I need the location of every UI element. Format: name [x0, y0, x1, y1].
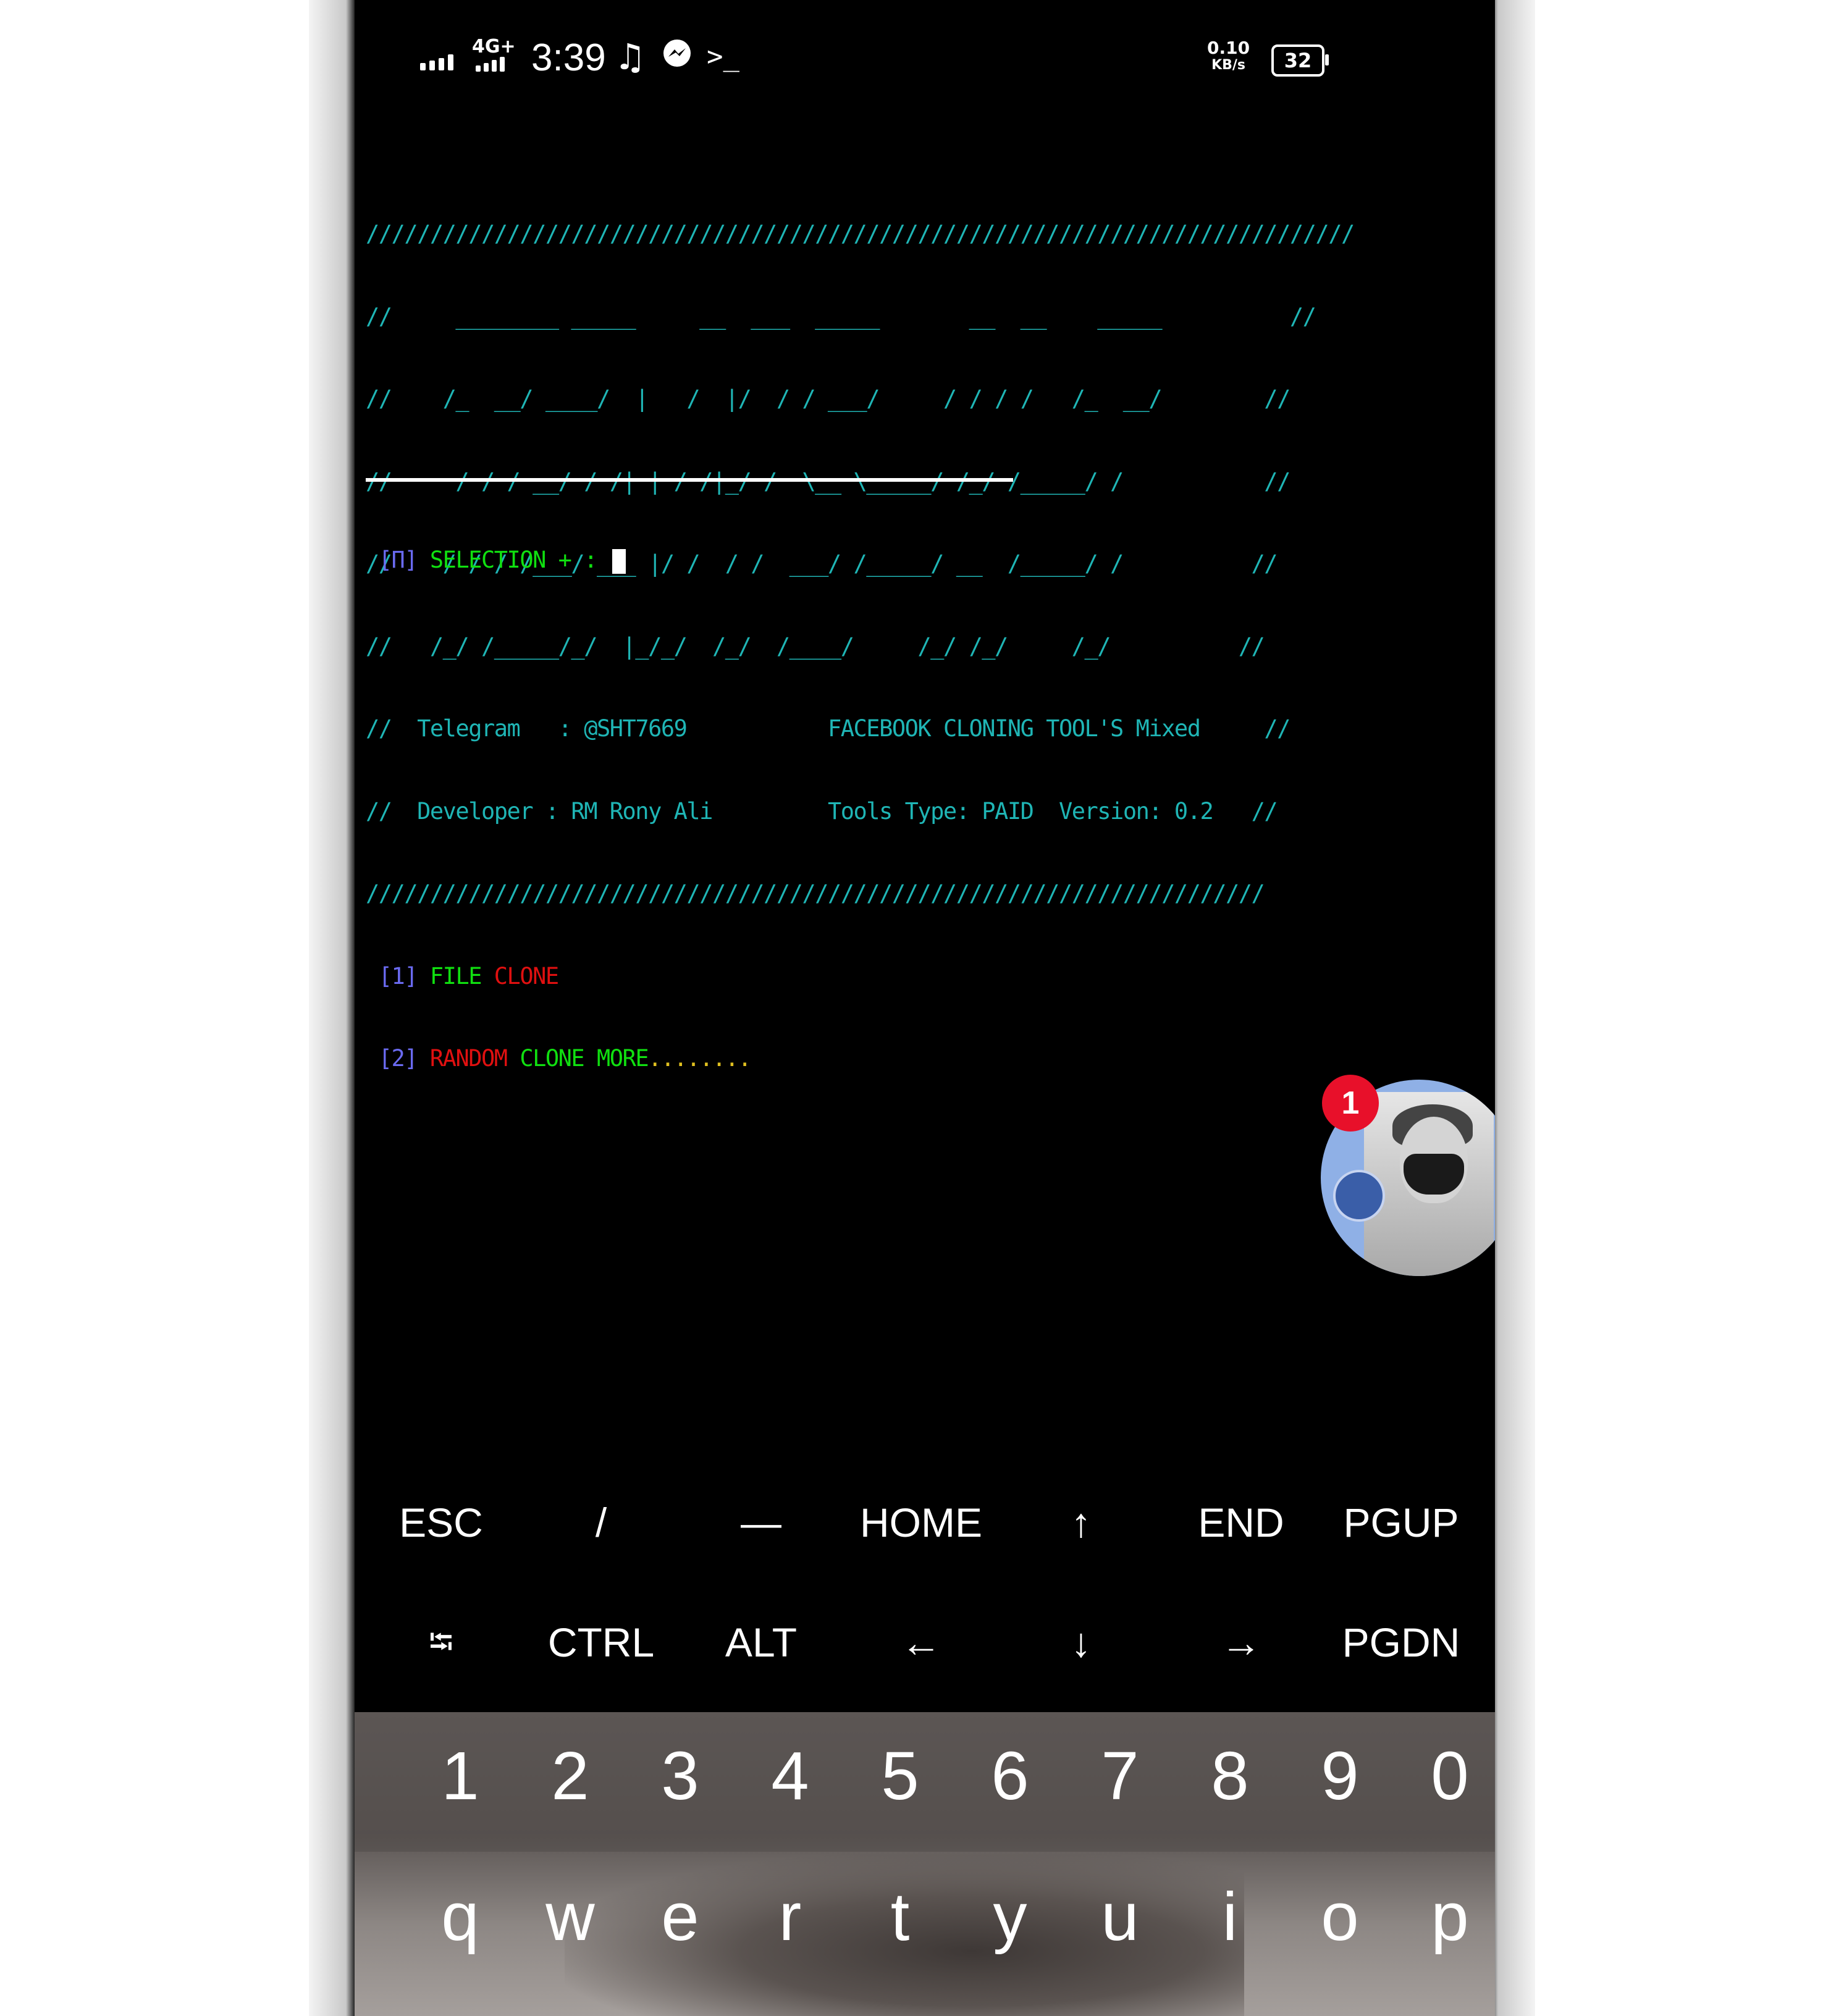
left-arrow-key[interactable]: ←: [841, 1596, 1001, 1689]
status-bar: 4G+ 3:39 ♫ >_ 0.10 KB/s 32: [355, 0, 1495, 117]
key-7[interactable]: 7: [1065, 1737, 1175, 1815]
key-1[interactable]: 1: [405, 1737, 515, 1815]
signal-icon: [420, 54, 457, 70]
slash-key[interactable]: /: [521, 1476, 681, 1569]
key-5[interactable]: 5: [845, 1737, 955, 1815]
ctrl-key[interactable]: CTRL: [521, 1596, 681, 1689]
separator-line: [366, 478, 1013, 482]
tools-type: Tools Type: PAID: [827, 797, 1034, 825]
banner-line: // ________ _____ __ ___ _____ __ __ ___…: [366, 303, 1316, 330]
esc-key[interactable]: ESC: [361, 1476, 521, 1569]
messenger-icon: [661, 36, 693, 78]
menu-item-file-clone[interactable]: [1] FILE CLONE: [366, 963, 1354, 991]
prompt-bracket: [Π]: [378, 547, 418, 573]
telegram-line: // Telegram : @SHT7669 FACEBOOK CLONING …: [366, 715, 1290, 742]
network-type: 4G+: [472, 36, 516, 57]
notification-badge: 1: [1322, 1075, 1379, 1132]
telegram-label: Telegram: [417, 715, 521, 742]
key-6[interactable]: 6: [955, 1737, 1065, 1815]
terminal-icon: >_: [707, 41, 739, 72]
key-8[interactable]: 8: [1175, 1737, 1285, 1815]
banner-line: // /_ __/ ____/ | / |/ / / ___/ / / / / …: [366, 385, 1290, 412]
developer-value: RM Rony Ali: [571, 797, 713, 825]
key-t[interactable]: t: [845, 1878, 955, 1956]
up-arrow-key[interactable]: ↑: [1001, 1476, 1161, 1569]
pgdn-key[interactable]: PGDN: [1321, 1596, 1481, 1689]
key-o[interactable]: o: [1285, 1878, 1395, 1956]
menu-item-random-clone[interactable]: [2] RANDOM CLONE MORE........: [366, 1045, 1354, 1073]
home-key[interactable]: HOME: [841, 1476, 1001, 1569]
key-p[interactable]: p: [1395, 1878, 1495, 1956]
alt-key[interactable]: ALT: [681, 1596, 841, 1689]
developer-line: // Developer : RM Rony Ali Tools Type: P…: [366, 797, 1278, 825]
clock: 3:39: [531, 36, 606, 79]
soft-keyboard: 1 2 3 4 5 6 7 8 9 0 q w e r t y u i o p: [355, 1712, 1495, 2016]
pgup-key[interactable]: PGUP: [1321, 1476, 1481, 1569]
extra-keys-row-2: ⭾ CTRL ALT ← ↓ → PGDN: [355, 1596, 1495, 1689]
terminal-output: ////////////////////////////////////////…: [366, 166, 1355, 1128]
key-3[interactable]: 3: [625, 1737, 735, 1815]
phone-screen: 4G+ 3:39 ♫ >_ 0.10 KB/s 32 /////////////…: [355, 0, 1495, 2016]
key-e[interactable]: e: [625, 1878, 735, 1956]
signal-2-icon: [476, 57, 508, 72]
banner-line: // /_/ /_____/_/ |_/_/ /_/ /____/ /_/ /_…: [366, 632, 1265, 660]
key-4[interactable]: 4: [735, 1737, 845, 1815]
battery-level: 32: [1284, 49, 1312, 72]
key-2[interactable]: 2: [515, 1737, 625, 1815]
right-arrow-key[interactable]: →: [1161, 1596, 1321, 1689]
tab-key[interactable]: ⭾: [361, 1596, 521, 1689]
telegram-value: @SHT7669: [584, 715, 688, 742]
tool-title: FACEBOOK CLONING TOOL'S Mixed: [827, 715, 1201, 742]
end-key[interactable]: END: [1161, 1476, 1321, 1569]
battery-icon: 32: [1271, 44, 1329, 77]
extra-keys-row-1: ESC / — HOME ↑ END PGUP: [355, 1476, 1495, 1569]
developer-label: Developer: [417, 797, 533, 825]
key-q[interactable]: q: [405, 1878, 515, 1956]
key-i[interactable]: i: [1175, 1878, 1285, 1956]
seal-emblem: [1333, 1170, 1385, 1222]
prompt-text: SELECTION + :: [429, 547, 598, 573]
number-row: 1 2 3 4 5 6 7 8 9 0: [355, 1712, 1495, 1852]
version: Version: 0.2: [1058, 797, 1214, 825]
key-w[interactable]: w: [515, 1878, 625, 1956]
key-r[interactable]: r: [735, 1878, 845, 1956]
music-note-icon: ♫: [614, 36, 646, 78]
banner-bottom-rule: ////////////////////////////////////////…: [366, 880, 1265, 907]
network-speed: 0.10 KB/s: [1207, 38, 1250, 74]
down-arrow-key[interactable]: ↓: [1001, 1596, 1161, 1689]
key-u[interactable]: u: [1065, 1878, 1175, 1956]
dash-key[interactable]: —: [681, 1476, 841, 1569]
banner-line: ////////////////////////////////////////…: [366, 220, 1355, 247]
selection-prompt[interactable]: [Π] SELECTION + :: [366, 492, 626, 629]
key-9[interactable]: 9: [1285, 1737, 1395, 1815]
key-y[interactable]: y: [955, 1878, 1065, 1956]
key-0[interactable]: 0: [1395, 1737, 1495, 1815]
text-cursor[interactable]: [612, 548, 626, 574]
